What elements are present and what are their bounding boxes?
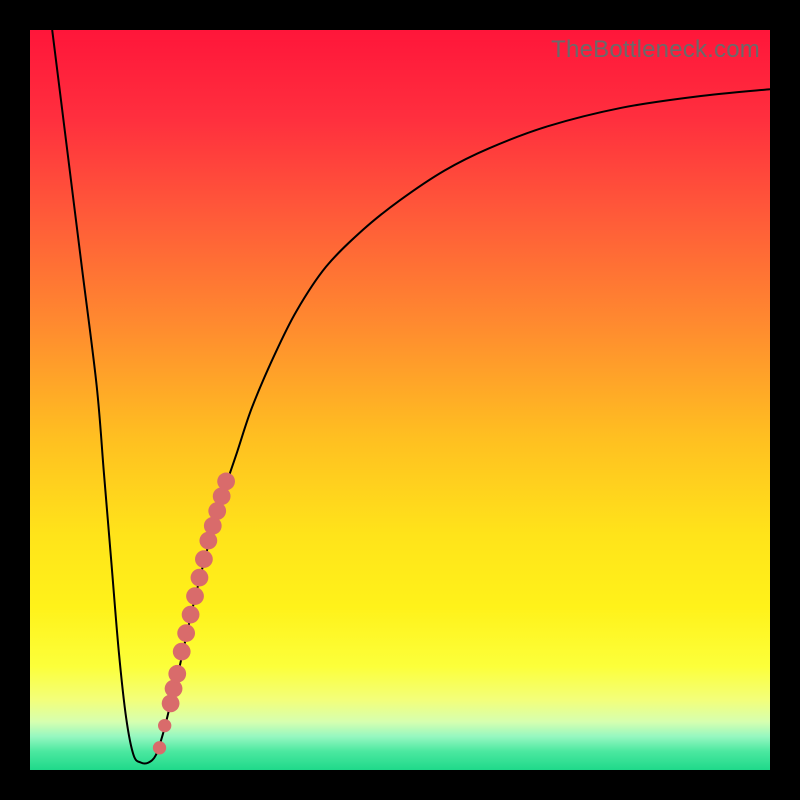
highlight-dot <box>191 569 209 587</box>
highlight-dot <box>153 741 166 754</box>
chart-svg <box>30 30 770 770</box>
highlight-dot <box>186 587 204 605</box>
highlight-dot <box>177 624 195 642</box>
highlight-dot <box>182 606 200 624</box>
highlight-dot <box>173 643 191 661</box>
chart-frame: TheBottleneck.com <box>0 0 800 800</box>
highlight-dot <box>217 473 235 491</box>
plot-area: TheBottleneck.com <box>30 30 770 770</box>
bottleneck-curve <box>52 30 770 764</box>
highlight-dot <box>162 695 180 713</box>
highlight-dots-group <box>153 473 235 755</box>
watermark-text: TheBottleneck.com <box>551 36 760 64</box>
highlight-dot <box>165 680 183 698</box>
highlight-dot <box>158 719 171 732</box>
highlight-dot <box>168 665 186 683</box>
highlight-dot <box>195 550 213 568</box>
